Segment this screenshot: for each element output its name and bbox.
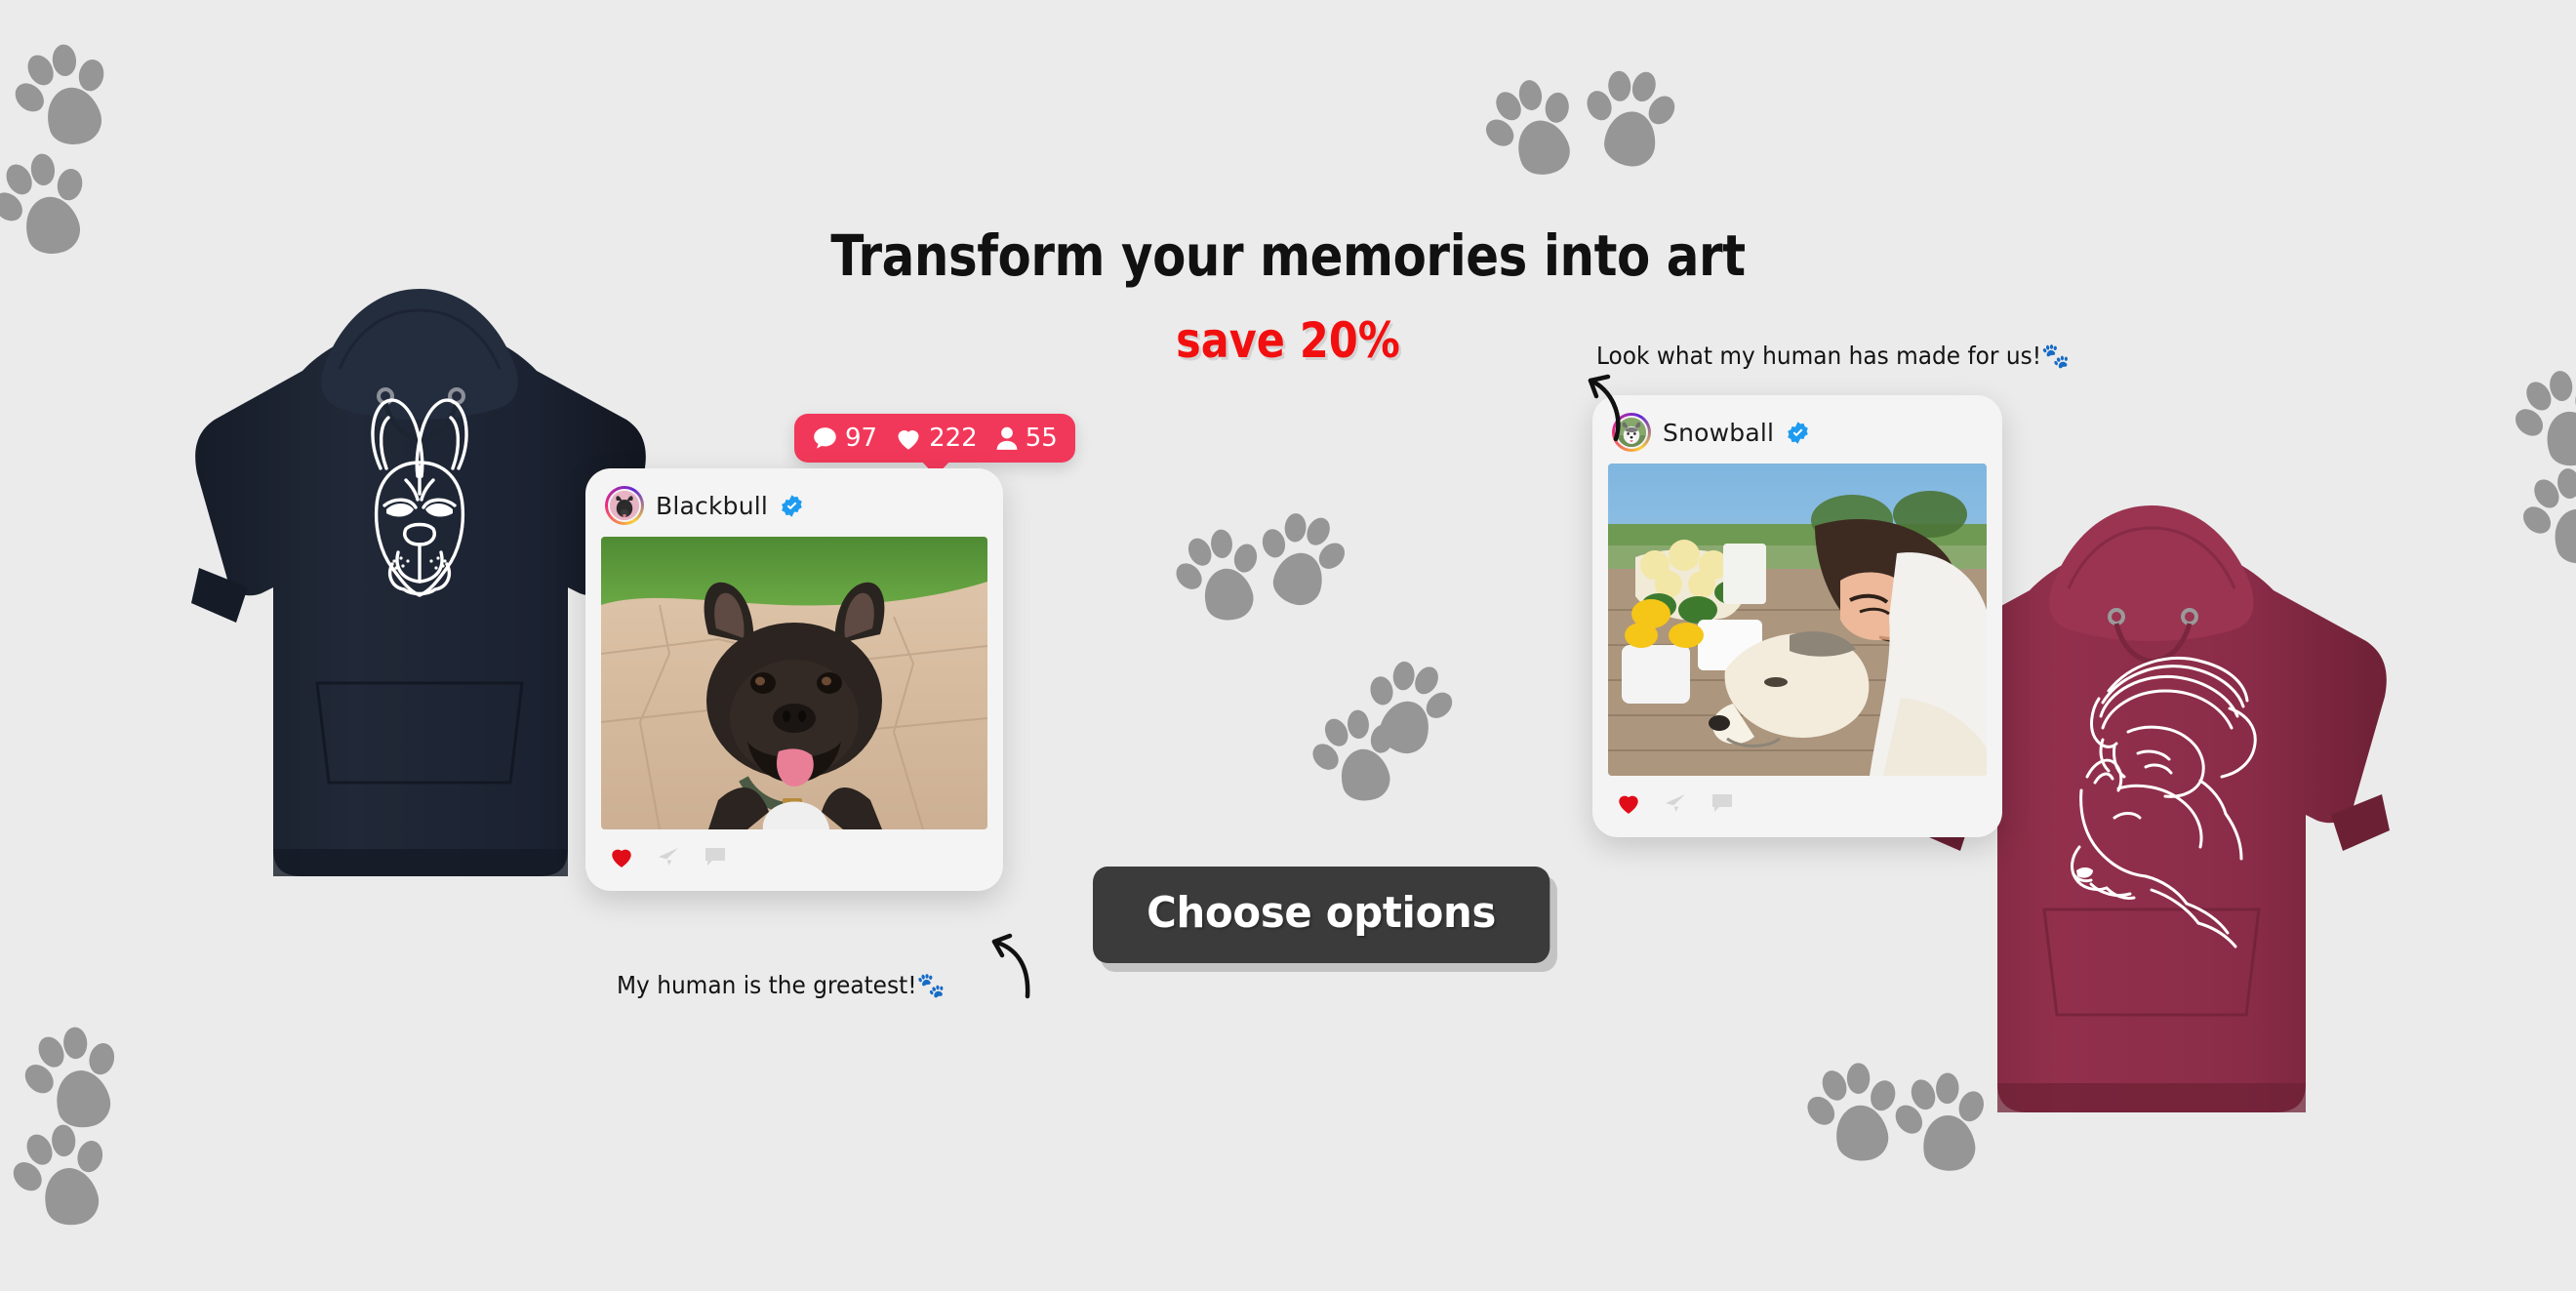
paw-print-icon — [1799, 1055, 1908, 1171]
paw-print-icon — [4, 32, 123, 158]
paw-print-icon — [3, 1114, 120, 1238]
stat-comments: 97 — [812, 424, 877, 453]
curved-arrow-icon — [1559, 363, 1647, 441]
post-actions — [601, 829, 987, 881]
post-card-blackbull[interactable]: Blackbull — [585, 468, 1003, 891]
post-card-snowball[interactable]: Snowball — [1592, 395, 2002, 837]
caption-snowball: Look what my human has made for us!🐾 — [1596, 342, 2070, 370]
caption-blackbull: My human is the greatest!🐾 — [617, 971, 946, 999]
paw-print-icon — [2504, 359, 2576, 481]
verified-badge-icon — [1788, 421, 1808, 444]
post-header: Blackbull — [601, 482, 987, 537]
post-username: Snowball — [1663, 418, 1775, 447]
paw-print-icon — [1581, 64, 1680, 171]
paw-print-icon — [2512, 457, 2576, 579]
stat-followers-value: 55 — [1025, 424, 1058, 453]
comment-icon[interactable] — [1710, 792, 1735, 819]
post-header: Snowball — [1608, 409, 1987, 464]
post-photo[interactable] — [1608, 464, 1987, 776]
person-icon — [995, 425, 1019, 451]
heart-icon — [895, 425, 922, 451]
comment-icon[interactable] — [703, 846, 728, 872]
heart-icon[interactable] — [609, 845, 634, 873]
engagement-stats-badge: 97 222 55 — [794, 414, 1075, 476]
promo-banner: Transform your memories into art save 20… — [0, 0, 2576, 1291]
stat-likes-value: 222 — [929, 424, 978, 453]
paw-print-icon — [1473, 67, 1591, 190]
avatar[interactable] — [605, 486, 644, 525]
comment-icon — [812, 425, 838, 452]
paw-print-icon — [0, 141, 101, 267]
send-icon[interactable] — [656, 845, 681, 873]
post-actions — [1608, 776, 1987, 827]
stat-comments-value: 97 — [845, 424, 878, 453]
heart-icon[interactable] — [1616, 791, 1641, 820]
stat-likes: 222 — [895, 424, 978, 453]
paw-print-icon — [1249, 504, 1352, 614]
choose-options-button[interactable]: Choose options — [1093, 867, 1550, 963]
verified-badge-icon — [782, 494, 802, 517]
send-icon[interactable] — [1663, 791, 1688, 820]
post-photo[interactable] — [601, 537, 987, 829]
stat-followers: 55 — [995, 424, 1058, 453]
curved-arrow-icon — [951, 922, 1039, 1000]
page-title: Transform your memories into art — [830, 222, 1746, 289]
post-username: Blackbull — [656, 491, 769, 520]
